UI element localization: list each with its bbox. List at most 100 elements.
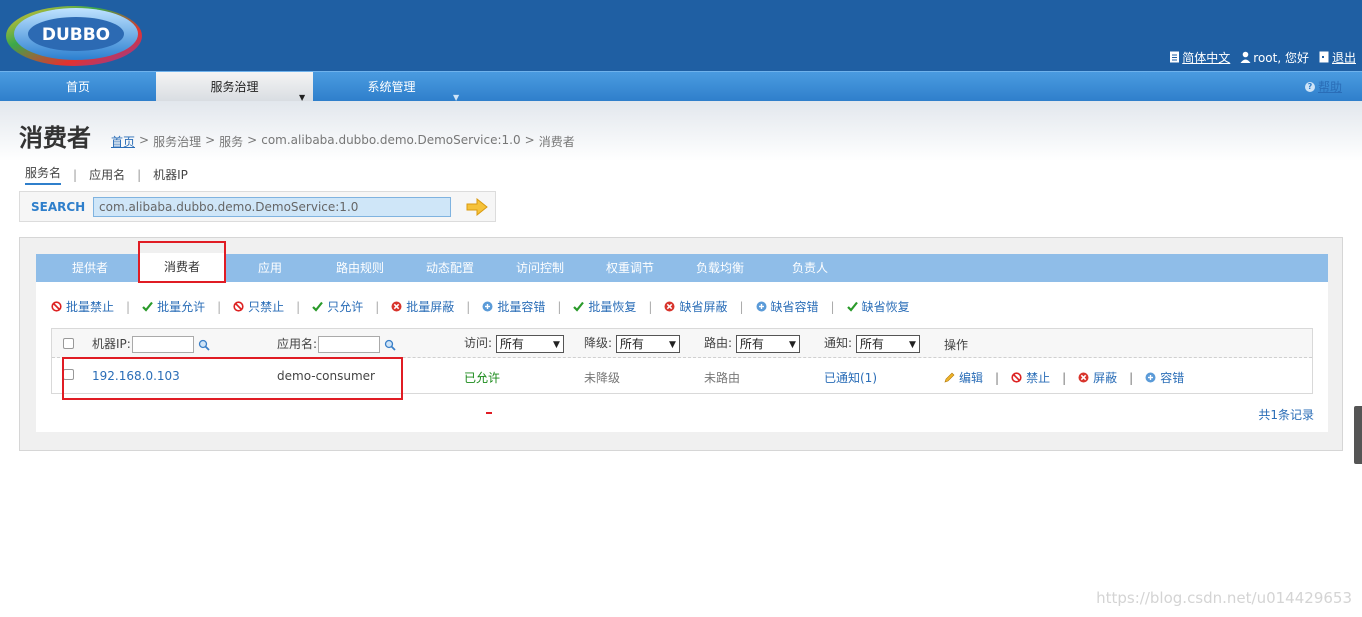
- header-ops: 操作: [944, 338, 969, 352]
- help[interactable]: ? 帮助: [1304, 72, 1342, 102]
- breadcrumb-sep: >: [247, 133, 258, 147]
- default-shield-button[interactable]: 缺省屏蔽: [664, 298, 727, 315]
- chevron-down-icon: ▼: [668, 339, 676, 350]
- plus-circle-icon: [756, 301, 766, 312]
- batch-allow-button[interactable]: 批量允许: [142, 298, 205, 315]
- help-link[interactable]: 帮助: [1318, 72, 1342, 102]
- breadcrumb-sep: >: [139, 133, 150, 147]
- tab-routes[interactable]: 路由规则: [336, 254, 384, 282]
- dubbo-logo[interactable]: DUBBO: [2, 0, 144, 67]
- action-label: 缺省恢复: [861, 300, 910, 314]
- header-ip: 机器IP:: [92, 335, 210, 353]
- tab-owners[interactable]: 负责人: [792, 254, 828, 282]
- separator: |: [995, 370, 1000, 385]
- select-value: 所有: [859, 336, 884, 351]
- separator: |: [739, 299, 744, 314]
- batch-tolerate-button[interactable]: 批量容错: [482, 298, 545, 315]
- search-tab-ip[interactable]: 机器IP: [153, 166, 188, 183]
- op-label: 编辑: [959, 371, 984, 385]
- logout[interactable]: 退出: [1319, 49, 1356, 66]
- forbid-icon: [1011, 372, 1022, 383]
- shield-button[interactable]: 屏蔽: [1078, 369, 1117, 386]
- watermark: https://blog.csdn.net/u014429653: [1096, 589, 1352, 607]
- only-forbid-button[interactable]: 只禁止: [233, 298, 284, 315]
- check-icon: [846, 301, 858, 312]
- tab-providers[interactable]: 提供者: [72, 254, 108, 282]
- breadcrumb-sep: >: [205, 133, 216, 147]
- only-allow-button[interactable]: 只允许: [312, 298, 363, 315]
- batch-recover-button[interactable]: 批量恢复: [573, 298, 636, 315]
- user-info: root, 您好: [1240, 49, 1309, 66]
- degrade-select[interactable]: 所有 ▼: [615, 334, 680, 353]
- batch-shield-button[interactable]: 批量屏蔽: [391, 298, 454, 315]
- search-icon[interactable]: [198, 339, 210, 351]
- row-route-status: 未路由: [704, 371, 741, 385]
- language-link[interactable]: 简体中文: [1182, 49, 1230, 66]
- breadcrumb-item: com.alibaba.dubbo.demo.DemoService:1.0: [261, 133, 521, 147]
- header-label: 降级:: [584, 336, 613, 350]
- logout-link[interactable]: 退出: [1332, 49, 1356, 66]
- select-all-checkbox[interactable]: [63, 338, 74, 349]
- access-select[interactable]: 所有 ▼: [495, 334, 564, 353]
- separator: |: [466, 299, 471, 314]
- action-label: 批量允许: [157, 300, 206, 314]
- route-select[interactable]: 所有 ▼: [735, 334, 800, 353]
- tab-load-balance[interactable]: 负载均衡: [696, 254, 744, 282]
- search-type-tabs: 服务名 | 应用名 | 机器IP: [25, 164, 188, 185]
- search-tab-app[interactable]: 应用名: [89, 166, 125, 183]
- tab-dynamic-config[interactable]: 动态配置: [426, 254, 474, 282]
- action-label: 批量禁止: [66, 300, 115, 314]
- separator: |: [126, 299, 131, 314]
- separator: |: [375, 299, 380, 314]
- nav-tab-system-management[interactable]: 系统管理 ▼: [313, 72, 470, 102]
- action-label: 只禁止: [248, 300, 285, 314]
- header-app: 应用名:: [277, 335, 396, 353]
- app-filter-input[interactable]: [318, 336, 381, 353]
- tab-weight[interactable]: 权重调节: [606, 254, 654, 282]
- tab-access-control[interactable]: 访问控制: [516, 254, 564, 282]
- app-header: DUBBO 简体中文 root, 您好 退出: [0, 0, 1362, 71]
- chevron-down-icon: ▼: [788, 339, 796, 350]
- tolerate-button[interactable]: 容错: [1145, 369, 1184, 386]
- separator: |: [1129, 370, 1134, 385]
- language-switch[interactable]: 简体中文: [1169, 49, 1230, 66]
- header-label: 路由:: [704, 336, 733, 350]
- separator: |: [137, 167, 142, 182]
- action-label: 批量容错: [497, 300, 546, 314]
- arrow-right-icon[interactable]: [466, 198, 488, 216]
- search-input[interactable]: com.alibaba.dubbo.demo.DemoService:1.0: [93, 197, 451, 217]
- forbid-button[interactable]: 禁止: [1011, 369, 1050, 386]
- content-inner: 提供者 消费者 应用 路由规则 动态配置 访问控制 权重调节 负载均衡 负责人 …: [36, 241, 1328, 432]
- user-greeting: root, 您好: [1253, 50, 1309, 65]
- plus-circle-icon: [482, 301, 493, 312]
- ip-filter-input[interactable]: [131, 336, 194, 353]
- document-icon: [1170, 51, 1180, 63]
- breadcrumb-item: 服务治理: [153, 135, 202, 149]
- nav-tab-service-governance[interactable]: 服务治理 ▼: [156, 72, 313, 102]
- tab-applications[interactable]: 应用: [258, 254, 282, 282]
- breadcrumb-home[interactable]: 首页: [111, 133, 135, 150]
- separator: |: [830, 299, 835, 314]
- header-degrade: 降级: 所有 ▼: [584, 334, 680, 353]
- nav-tab-home[interactable]: 首页: [0, 72, 156, 101]
- side-scroll-handle[interactable]: [1354, 406, 1362, 464]
- check-icon: [312, 301, 324, 312]
- row-notify-link[interactable]: 已通知(1): [824, 369, 877, 386]
- default-tolerate-button[interactable]: 缺省容错: [756, 298, 819, 315]
- edit-button[interactable]: 编辑: [944, 369, 983, 386]
- separator: |: [217, 299, 222, 314]
- main-nav: 首页 服务治理 ▼ 系统管理 ▼ ? 帮助: [0, 71, 1362, 102]
- logout-icon: [1319, 51, 1329, 63]
- action-label: 批量恢复: [588, 300, 637, 314]
- default-recover-button[interactable]: 缺省恢复: [846, 298, 910, 315]
- search-tab-service[interactable]: 服务名: [25, 164, 62, 185]
- header-label: 通知:: [824, 336, 853, 350]
- search-icon[interactable]: [384, 339, 396, 351]
- close-circle-icon: [1078, 372, 1089, 383]
- action-label: 只允许: [327, 300, 364, 314]
- action-label: 缺省容错: [770, 300, 819, 314]
- batch-forbid-button[interactable]: 批量禁止: [51, 298, 114, 315]
- notify-select[interactable]: 所有 ▼: [855, 334, 920, 353]
- logo-text: DUBBO: [42, 25, 110, 45]
- header-notify: 通知: 所有 ▼: [824, 334, 920, 353]
